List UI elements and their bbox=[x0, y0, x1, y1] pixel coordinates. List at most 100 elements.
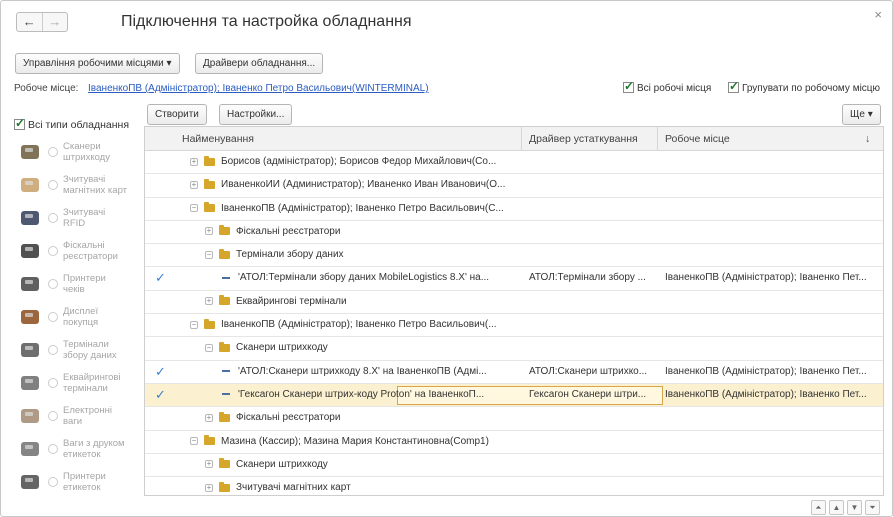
nav-buttons: ← → bbox=[16, 12, 68, 32]
table-row[interactable]: + Сканери штрихкоду bbox=[145, 454, 883, 478]
radio-icon[interactable] bbox=[48, 443, 58, 454]
prev-page-icon[interactable]: ▲ bbox=[829, 500, 844, 515]
row-name: Зчитувачі магнітних карт bbox=[236, 482, 351, 494]
table-row[interactable]: + Фіскальні реєстратори bbox=[145, 221, 883, 245]
row-name: ІваненкоПВ (Адміністратор); Іваненко Пет… bbox=[221, 319, 497, 331]
checkbox-checked-icon bbox=[623, 79, 634, 93]
last-page-icon[interactable]: ⏷ bbox=[865, 500, 880, 515]
row-workplace: ІваненкоПВ (Адміністратор); Іваненко Пет… bbox=[665, 388, 867, 400]
table-row[interactable]: − Мазина (Кассир); Мазина Мария Константи… bbox=[145, 431, 883, 454]
table-row[interactable]: − Термінали збору даних bbox=[145, 244, 883, 268]
table-row[interactable]: − Сканери штрихкоду bbox=[145, 337, 883, 361]
row-name: Термінали збору даних bbox=[236, 249, 344, 261]
close-icon[interactable]: × bbox=[874, 7, 882, 22]
expand-icon[interactable]: + bbox=[205, 413, 213, 422]
device-type-item[interactable]: Фіскальні реєстратори bbox=[14, 234, 142, 267]
device-type-label: Зчитувачі магнітних карт bbox=[63, 173, 128, 196]
table-row[interactable]: + Зчитувачі магнітних карт bbox=[145, 477, 883, 495]
label-printer-icon bbox=[18, 471, 42, 493]
settings-button[interactable]: Настройки... bbox=[219, 104, 293, 125]
collapse-icon[interactable]: − bbox=[205, 343, 213, 352]
group-by-workplace-checkbox[interactable]: Групувати по робочому місцю bbox=[728, 79, 880, 94]
more-button[interactable]: Ще ▾ bbox=[842, 104, 881, 125]
radio-icon[interactable] bbox=[48, 146, 58, 157]
table-row[interactable]: ✓ 'АТОЛ:Термінали збору даних MobileLogis… bbox=[145, 267, 883, 291]
equipment-grid: Найменування Драйвер устаткування Робоче… bbox=[144, 126, 884, 496]
radio-icon[interactable] bbox=[48, 377, 58, 388]
device-type-item[interactable]: Електронні ваги bbox=[14, 399, 142, 432]
column-workplace[interactable]: Робоче місце bbox=[665, 133, 730, 145]
device-type-item[interactable]: Зчитувачі RFID bbox=[14, 201, 142, 234]
device-type-item[interactable]: Ваги з друком етикеток bbox=[14, 432, 142, 465]
expand-icon[interactable]: + bbox=[205, 460, 213, 469]
folder-icon bbox=[204, 202, 215, 213]
forward-arrow-icon[interactable]: → bbox=[41, 13, 68, 31]
next-page-icon[interactable]: ▼ bbox=[847, 500, 862, 515]
manage-workplaces-button[interactable]: Управління робочими місцями ▾ bbox=[15, 53, 180, 74]
all-types-checkbox[interactable]: Всі типи обладнання bbox=[14, 116, 142, 131]
device-type-item[interactable]: Принтери етикеток bbox=[14, 465, 142, 498]
customer-display-icon bbox=[18, 306, 42, 328]
table-row[interactable]: − ІваненкоПВ (Адміністратор); Іваненко Пе… bbox=[145, 198, 883, 221]
radio-icon[interactable] bbox=[48, 278, 58, 289]
table-row[interactable]: + Фіскальні реєстратори bbox=[145, 407, 883, 431]
collapse-icon[interactable]: − bbox=[190, 320, 198, 329]
radio-icon[interactable] bbox=[48, 212, 58, 223]
device-type-item[interactable]: Еквайрингові термінали bbox=[14, 366, 142, 399]
table-row[interactable]: + ИваненкоИИ (Администратор); Иваненко Ив… bbox=[145, 174, 883, 198]
back-arrow-icon[interactable]: ← bbox=[17, 13, 42, 31]
column-driver[interactable]: Драйвер устаткування bbox=[529, 133, 638, 145]
tree-node: + ИваненкоИИ (Администратор); Иваненко Ив… bbox=[190, 178, 505, 190]
table-row[interactable]: ✓ 'АТОЛ:Сканери штрихкоду 8.X' на Іваненк… bbox=[145, 361, 883, 384]
grid-body: + Борисов (адміністратор); Борисов Федор … bbox=[145, 151, 883, 495]
sort-arrow-icon[interactable]: ↓ bbox=[865, 133, 870, 145]
row-name: Фіскальні реєстратори bbox=[236, 412, 341, 424]
device-type-item[interactable]: Дисплеї покупця bbox=[14, 300, 142, 333]
column-separator bbox=[521, 127, 522, 151]
fiscal-register-icon bbox=[18, 240, 42, 262]
create-button[interactable]: Створити bbox=[147, 104, 207, 125]
device-type-label: Сканери штрихкоду bbox=[63, 140, 110, 163]
radio-icon[interactable] bbox=[48, 245, 58, 256]
column-name[interactable]: Найменування bbox=[182, 133, 254, 145]
scales-icon bbox=[18, 405, 42, 427]
label-scales-icon bbox=[18, 438, 42, 460]
row-name: Борисов (адміністратор); Борисов Федор М… bbox=[221, 156, 497, 167]
radio-icon[interactable] bbox=[48, 311, 58, 322]
radio-icon[interactable] bbox=[48, 476, 58, 487]
expand-icon[interactable]: + bbox=[205, 297, 213, 306]
radio-icon[interactable] bbox=[48, 410, 58, 421]
expand-icon[interactable]: + bbox=[190, 157, 198, 166]
all-workplaces-checkbox[interactable]: Всі робочі місця bbox=[623, 79, 712, 94]
row-name: Сканери штрихкоду bbox=[236, 458, 328, 470]
device-type-item[interactable]: Зчитувачі магнітних карт bbox=[14, 168, 142, 201]
grid-header: Найменування Драйвер устаткування Робоче… bbox=[145, 127, 883, 151]
radio-icon[interactable] bbox=[48, 344, 58, 355]
table-row[interactable]: ✓ 'Гексагон Сканери штрих-коду Proton' на… bbox=[145, 383, 883, 408]
expand-icon[interactable]: + bbox=[190, 180, 198, 189]
expand-icon[interactable]: + bbox=[205, 483, 213, 492]
table-row[interactable]: − ІваненкоПВ (Адміністратор); Іваненко Пе… bbox=[145, 314, 883, 338]
device-type-item[interactable]: Термінали збору даних bbox=[14, 333, 142, 366]
device-type-label: Зчитувачі RFID bbox=[63, 206, 106, 229]
device-type-item[interactable]: Сканери штрихкоду bbox=[14, 135, 142, 168]
collapse-icon[interactable]: − bbox=[190, 437, 198, 446]
equipment-drivers-button[interactable]: Драйвери обладнання... bbox=[195, 53, 324, 74]
row-name: 'Гексагон Сканери штрих-коду Proton' на … bbox=[238, 388, 485, 400]
table-row[interactable]: + Еквайрингові термінали bbox=[145, 291, 883, 315]
first-page-icon[interactable]: ⏶ bbox=[811, 500, 826, 515]
collapse-icon[interactable]: − bbox=[205, 250, 213, 259]
folder-icon bbox=[219, 458, 230, 469]
all-workplaces-label: Всі робочі місця bbox=[637, 83, 712, 94]
table-row[interactable]: + Борисов (адміністратор); Борисов Федор … bbox=[145, 151, 883, 175]
device-type-label: Ваги з друком етикеток bbox=[63, 437, 125, 460]
radio-icon[interactable] bbox=[48, 179, 58, 190]
tree-node: 'АТОЛ:Сканери штрихкоду 8.X' на Іваненко… bbox=[220, 366, 487, 377]
device-type-item[interactable]: Принтери чеків bbox=[14, 267, 142, 300]
workstation-link[interactable]: ІваненкоПВ (Адміністратор); Іваненко Пет… bbox=[88, 83, 429, 94]
tree-node: + Фіскальні реєстратори bbox=[205, 411, 341, 424]
expand-icon[interactable]: + bbox=[205, 227, 213, 236]
tree-node: − ІваненкоПВ (Адміністратор); Іваненко Пе… bbox=[190, 318, 497, 331]
device-type-label: Принтери етикеток bbox=[63, 470, 106, 493]
collapse-icon[interactable]: − bbox=[190, 204, 198, 213]
